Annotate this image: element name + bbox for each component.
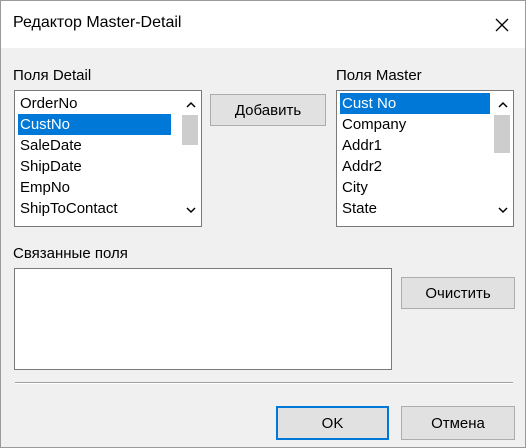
chevron-down-icon — [497, 206, 508, 213]
detail-fields-label: Поля Detail — [13, 67, 92, 84]
detail-fields-list[interactable]: OrderNo CustNo SaleDate ShipDate EmpNo S… — [14, 90, 202, 227]
linked-fields-label: Связанные поля — [13, 245, 128, 262]
list-item[interactable]: ShipToContact — [18, 198, 171, 219]
add-button[interactable]: Добавить — [210, 94, 326, 126]
scroll-up-button[interactable] — [180, 95, 201, 113]
list-item[interactable]: OrderNo — [18, 93, 171, 114]
scroll-down-button[interactable] — [180, 201, 201, 219]
list-item[interactable]: EmpNo — [18, 177, 171, 198]
scroll-thumb[interactable] — [494, 115, 510, 153]
close-button[interactable] — [479, 1, 525, 48]
master-fields-list[interactable]: Cust No Company Addr1 Addr2 City State — [336, 90, 514, 227]
scroll-down-button[interactable] — [492, 201, 513, 219]
master-detail-dialog: Редактор Master-Detail Поля Detail Order… — [0, 0, 526, 448]
separator — [15, 382, 513, 384]
scroll-thumb[interactable] — [182, 115, 198, 145]
chevron-up-icon — [185, 101, 196, 108]
list-item[interactable]: Company — [340, 114, 490, 135]
list-item[interactable]: CustNo — [18, 114, 171, 135]
master-fields-label: Поля Master — [336, 67, 422, 84]
ok-button[interactable]: OK — [276, 406, 389, 440]
list-item[interactable]: State — [340, 198, 490, 219]
window-title: Редактор Master-Detail — [13, 14, 182, 31]
title-bar: Редактор Master-Detail — [1, 1, 525, 48]
clear-button[interactable]: Очистить — [401, 277, 515, 309]
scroll-up-button[interactable] — [492, 95, 513, 113]
list-item[interactable]: Addr1 — [340, 135, 490, 156]
cancel-button[interactable]: Отмена — [401, 406, 515, 440]
list-item[interactable]: City — [340, 177, 490, 198]
detail-scrollbar[interactable] — [180, 91, 201, 226]
chevron-down-icon — [185, 206, 196, 213]
list-item[interactable]: Cust No — [340, 93, 490, 114]
list-item[interactable]: SaleDate — [18, 135, 171, 156]
close-icon — [495, 18, 509, 31]
linked-fields-list[interactable] — [14, 268, 392, 370]
chevron-up-icon — [497, 101, 508, 108]
list-item[interactable]: Addr2 — [340, 156, 490, 177]
list-item[interactable]: ShipDate — [18, 156, 171, 177]
master-scrollbar[interactable] — [492, 91, 513, 226]
